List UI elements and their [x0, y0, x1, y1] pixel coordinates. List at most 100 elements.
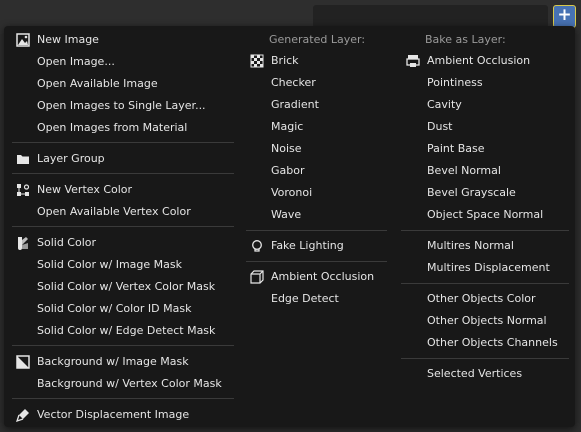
- menu-item-gradient[interactable]: Gradient: [244, 94, 389, 116]
- menu-item-vector-displacement-image[interactable]: Vector Displacement Image: [4, 404, 234, 426]
- menu-item-open-available-vertex-color[interactable]: Open Available Vertex Color: [4, 201, 234, 223]
- background-icon: [16, 355, 30, 369]
- menu-item-label: Background w/ Image Mask: [37, 355, 189, 368]
- checker-icon: [250, 54, 264, 68]
- menu-item-solid-color-edge-detect-mask[interactable]: Solid Color w/ Edge Detect Mask: [4, 320, 234, 342]
- menu-item-label: Dust: [427, 120, 453, 133]
- menu-item-label: Ambient Occlusion: [271, 270, 375, 283]
- menu-item-label: Solid Color w/ Edge Detect Mask: [37, 324, 216, 337]
- menu-item-open-available-image[interactable]: Open Available Image: [4, 73, 234, 95]
- menu-item-label: Pointiness: [427, 76, 483, 89]
- menu-item-label: New Image: [37, 33, 99, 46]
- menu-separator: [12, 173, 234, 174]
- menu-separator: [401, 358, 569, 359]
- menu-separator: [246, 261, 387, 262]
- menu-item-label: Background w/ Vertex Color Mask: [37, 377, 222, 390]
- menu-item-label: Bevel Normal: [427, 164, 501, 177]
- menu-item-solid-color-color-id-mask[interactable]: Solid Color w/ Color ID Mask: [4, 298, 234, 320]
- menu-separator: [12, 345, 234, 346]
- menu-item-bevel-normal[interactable]: Bevel Normal: [399, 160, 571, 182]
- menu-item-label: Solid Color w/ Color ID Mask: [37, 302, 192, 315]
- menu-item-label: Other Objects Normal: [427, 314, 547, 327]
- menu-item-label: Multires Normal: [427, 239, 514, 252]
- menu-item-label: Gradient: [271, 98, 319, 111]
- menu-item-label: Open Available Vertex Color: [37, 205, 191, 218]
- menu-item-selected-vertices[interactable]: Selected Vertices: [399, 363, 571, 385]
- bake-icon: [406, 55, 420, 67]
- column-header: Bake as Layer:: [425, 33, 506, 46]
- menu-item-label: Open Images from Material: [37, 121, 188, 134]
- add-layer-menu: New Image Open Image... Open Available I…: [4, 26, 575, 427]
- layer-name-field[interactable]: [313, 5, 548, 28]
- menu-item-label: New Vertex Color: [37, 183, 133, 196]
- menu-item-gabor[interactable]: Gabor: [244, 160, 389, 182]
- menu-item-label: Cavity: [427, 98, 462, 111]
- menu-item-label: Paint Base: [427, 142, 485, 155]
- menu-item-label: Magic: [271, 120, 304, 133]
- menu-item-multires-normal[interactable]: Multires Normal: [399, 235, 571, 257]
- menu-item-solid-color-image-mask[interactable]: Solid Color w/ Image Mask: [4, 254, 234, 276]
- image-icon: [16, 33, 30, 47]
- light-bulb-icon: [252, 240, 262, 252]
- menu-item-label: Checker: [271, 76, 316, 89]
- menu-item-multires-displacement[interactable]: Multires Displacement: [399, 257, 571, 279]
- menu-item-object-space-normal[interactable]: Object Space Normal: [399, 204, 571, 226]
- menu-item-label: Open Images to Single Layer...: [37, 99, 206, 112]
- cube-icon: [250, 270, 264, 284]
- menu-item-magic[interactable]: Magic: [244, 116, 389, 138]
- menu-item-new-vertex-color[interactable]: New Vertex Color: [4, 179, 234, 201]
- menu-item-other-objects-color[interactable]: Other Objects Color: [399, 288, 571, 310]
- menu-separator: [246, 230, 387, 231]
- menu-item-label: Ambient Occlusion: [427, 54, 531, 67]
- menu-item-label: Solid Color w/ Vertex Color Mask: [37, 280, 216, 293]
- menu-item-label: Bevel Grayscale: [427, 186, 516, 199]
- menu-item-layer-group[interactable]: Layer Group: [4, 148, 234, 170]
- menu-item-label: Brick: [271, 54, 299, 67]
- menu-item-paint-base[interactable]: Paint Base: [399, 138, 571, 160]
- menu-item-pointiness[interactable]: Pointiness: [399, 72, 571, 94]
- menu-item-cavity[interactable]: Cavity: [399, 94, 571, 116]
- menu-item-label: Solid Color: [37, 236, 97, 249]
- menu-item-wave[interactable]: Wave: [244, 204, 389, 226]
- menu-item-other-objects-normal[interactable]: Other Objects Normal: [399, 310, 571, 332]
- menu-item-label: Selected Vertices: [427, 367, 523, 380]
- solid-color-icon: [18, 237, 28, 250]
- menu-item-voronoi[interactable]: Voronoi: [244, 182, 389, 204]
- menu-item-background-vertex-color-mask[interactable]: Background w/ Vertex Color Mask: [4, 373, 234, 395]
- menu-item-solid-color-vertex-color-mask[interactable]: Solid Color w/ Vertex Color Mask: [4, 276, 234, 298]
- menu-item-background-image-mask[interactable]: Background w/ Image Mask: [4, 351, 234, 373]
- menu-item-label: Multires Displacement: [427, 261, 550, 274]
- menu-item-label: Layer Group: [37, 152, 105, 165]
- menu-item-checker[interactable]: Checker: [244, 72, 389, 94]
- menu-item-other-objects-channels[interactable]: Other Objects Channels: [399, 332, 571, 354]
- menu-item-noise[interactable]: Noise: [244, 138, 389, 160]
- menu-item-ambient-occlusion-generated[interactable]: Ambient Occlusion: [244, 266, 389, 288]
- brush-icon: [16, 409, 29, 422]
- menu-item-dust[interactable]: Dust: [399, 116, 571, 138]
- menu-item-label: Object Space Normal: [427, 208, 544, 221]
- vertex-color-icon: [17, 184, 30, 196]
- menu-item-brick[interactable]: Brick: [244, 50, 389, 72]
- menu-item-bake-ambient-occlusion[interactable]: Ambient Occlusion: [399, 50, 571, 72]
- menu-separator: [12, 226, 234, 227]
- menu-separator: [401, 230, 569, 231]
- menu-item-open-images-single-layer[interactable]: Open Images to Single Layer...: [4, 95, 234, 117]
- menu-item-label: Other Objects Color: [427, 292, 536, 305]
- menu-item-label: Other Objects Channels: [427, 336, 558, 349]
- menu-separator: [401, 283, 569, 284]
- menu-item-open-images-from-material[interactable]: Open Images from Material: [4, 117, 234, 139]
- menu-item-open-image[interactable]: Open Image...: [4, 51, 234, 73]
- menu-item-new-image[interactable]: New Image: [4, 29, 234, 51]
- folder-icon: [17, 155, 29, 164]
- menu-item-label: Open Available Image: [37, 77, 158, 90]
- menu-item-bevel-grayscale[interactable]: Bevel Grayscale: [399, 182, 571, 204]
- menu-item-label: Wave: [271, 208, 302, 221]
- menu-separator: [12, 142, 234, 143]
- menu-item-label: Vector Displacement Image: [37, 408, 190, 421]
- menu-item-edge-detect[interactable]: Edge Detect: [244, 288, 389, 310]
- menu-item-fake-lighting[interactable]: Fake Lighting: [244, 235, 389, 257]
- add-layer-button[interactable]: +: [553, 5, 576, 28]
- menu-item-label: Open Image...: [37, 55, 115, 68]
- menu-item-solid-color[interactable]: Solid Color: [4, 232, 234, 254]
- menu-item-label: Fake Lighting: [271, 239, 344, 252]
